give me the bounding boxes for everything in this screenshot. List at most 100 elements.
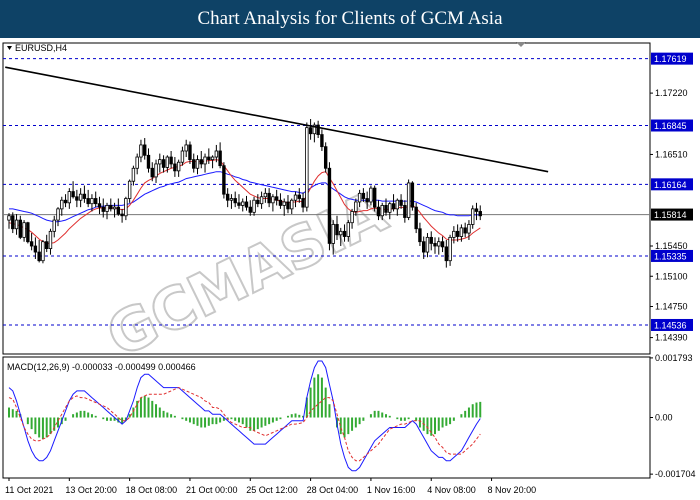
candle-body xyxy=(278,199,283,206)
candle-body xyxy=(478,211,482,217)
candle-body xyxy=(67,191,72,204)
candle-body xyxy=(188,144,192,161)
candle xyxy=(327,162,332,251)
candle-body xyxy=(22,222,26,238)
candle-body xyxy=(225,193,230,201)
candle-body xyxy=(210,156,215,161)
candle-body xyxy=(331,224,335,244)
candle-body xyxy=(14,219,19,230)
candle-body xyxy=(459,227,464,237)
time-tick-label: 11 Oct 2021 xyxy=(5,485,53,495)
candle-body xyxy=(448,236,452,262)
candle-body xyxy=(354,201,358,212)
candle xyxy=(323,142,328,173)
time-tick-label: 13 Oct 20:00 xyxy=(65,485,117,495)
candle-body xyxy=(433,243,437,247)
price-tick-label: 1.17220 xyxy=(655,88,688,98)
candle-body xyxy=(346,222,350,237)
candle xyxy=(406,179,411,221)
candle-body xyxy=(305,127,309,208)
candle-body xyxy=(33,245,38,253)
candle-body xyxy=(158,159,162,165)
time-tick-label: 8 Nov 20:00 xyxy=(488,485,537,495)
candle-body xyxy=(154,163,158,178)
candle-body xyxy=(26,222,30,243)
candle-body xyxy=(376,206,381,217)
candle-body xyxy=(440,241,445,248)
macd-tick-label: 0.00 xyxy=(655,413,673,423)
report-title: Chart Analysis for Clients of GCM Asia xyxy=(197,8,503,29)
candle-body xyxy=(248,206,252,213)
candle-body xyxy=(418,228,422,243)
candle-body xyxy=(203,156,207,165)
candle-body xyxy=(286,201,290,210)
candle-body xyxy=(176,161,181,172)
instrument-label: EURUSD,H4 xyxy=(15,43,67,53)
time-tick-label: 25 Oct 12:00 xyxy=(246,485,298,495)
macd-label: MACD(12,26,9) -0.000033 -0.000499 0.0004… xyxy=(7,362,196,372)
candle-body xyxy=(271,196,275,204)
price-tick-label: 1.15450 xyxy=(655,241,688,251)
candle-body xyxy=(425,236,430,253)
candle xyxy=(414,202,418,234)
candle-body xyxy=(124,198,128,217)
candle xyxy=(410,181,415,211)
candle-body xyxy=(82,193,87,199)
candle-body xyxy=(384,205,388,213)
candle-body xyxy=(297,194,301,199)
candle-body xyxy=(101,206,105,212)
price-tick-label: 1.16510 xyxy=(655,149,688,159)
price-tick-label: 1.14750 xyxy=(655,301,688,311)
level-label: 1.15335 xyxy=(654,251,687,261)
candle-body xyxy=(218,150,222,167)
candle-body xyxy=(241,201,245,206)
candle-body xyxy=(56,208,60,221)
time-tick-label: 21 Oct 00:00 xyxy=(186,485,238,495)
candle-body xyxy=(180,150,185,163)
time-tick-label: 4 Nov 08:00 xyxy=(427,485,476,495)
candle-body xyxy=(463,227,467,234)
candle-body xyxy=(263,192,268,198)
candle-body xyxy=(267,192,271,204)
candle-body xyxy=(410,182,415,208)
candle-body xyxy=(395,199,400,210)
candle-body xyxy=(339,230,343,236)
candle-body xyxy=(320,134,324,148)
candle-body xyxy=(414,206,418,230)
candle-body xyxy=(135,156,139,169)
candle-body xyxy=(372,187,377,208)
candle-body xyxy=(63,199,68,204)
candle-body xyxy=(222,165,226,195)
candle-body xyxy=(41,241,45,262)
candle-body xyxy=(290,199,294,210)
candle-body xyxy=(452,230,456,238)
candle-body xyxy=(192,159,196,169)
candle-body xyxy=(75,196,79,201)
candle-body xyxy=(150,167,154,178)
candle-body xyxy=(327,167,332,244)
candle-body xyxy=(131,167,136,182)
candle-body xyxy=(421,241,426,253)
candle-body xyxy=(71,191,75,198)
candle-body xyxy=(282,201,286,206)
candle-body xyxy=(471,208,475,225)
candle-body xyxy=(146,154,151,169)
report-header: Chart Analysis for Clients of GCM Asia xyxy=(0,0,700,38)
level-label: 1.16845 xyxy=(654,121,687,131)
candle-body xyxy=(365,198,369,203)
candle-body xyxy=(94,198,98,205)
macd-tick-label: 0.001793 xyxy=(655,353,693,363)
candle-body xyxy=(467,224,471,234)
candle-body xyxy=(474,208,479,212)
level-label: 1.16164 xyxy=(654,180,687,190)
candle-body xyxy=(403,205,407,218)
price-tick-label: 1.15100 xyxy=(655,271,688,281)
candle-body xyxy=(369,187,373,203)
candle-body xyxy=(173,163,177,172)
candle xyxy=(222,162,226,199)
candle-body xyxy=(45,241,49,250)
candle-body xyxy=(229,198,234,201)
macd-tick-label: -0.001704 xyxy=(655,469,696,479)
candle-body xyxy=(350,211,354,224)
candle-body xyxy=(406,182,411,218)
